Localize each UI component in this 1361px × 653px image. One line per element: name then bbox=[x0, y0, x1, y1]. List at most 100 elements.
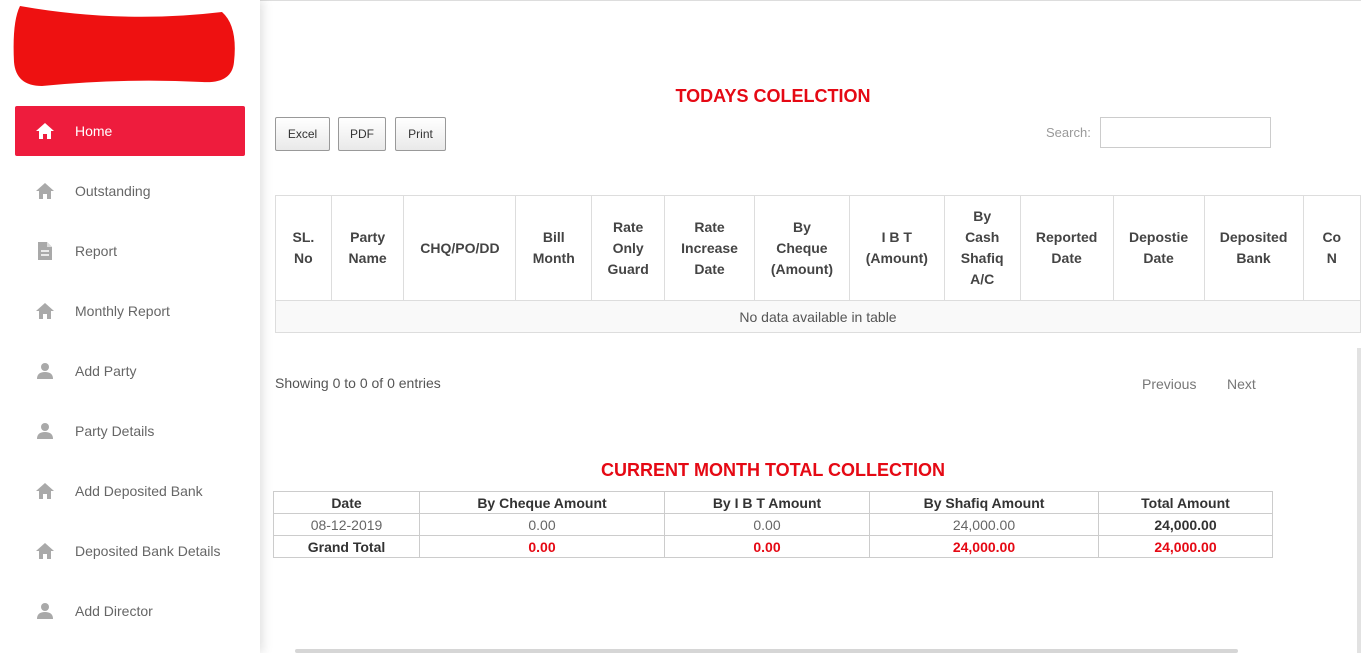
search-input[interactable] bbox=[1100, 117, 1271, 148]
sidebar-item-label: Add Party bbox=[75, 363, 137, 379]
column-header-line: Reported bbox=[1035, 229, 1098, 245]
column-header[interactable]: I B T (Amount) bbox=[848, 195, 945, 301]
vertical-scrollbar[interactable] bbox=[1357, 348, 1361, 653]
column-header-line: Deposited bbox=[1219, 229, 1288, 245]
sidebar-item-monthly-report[interactable]: Monthly Report bbox=[15, 286, 245, 336]
sidebar-item-deposited-bank-details[interactable]: Deposited Bank Details bbox=[15, 526, 245, 576]
home-icon bbox=[35, 181, 55, 201]
column-header-line: Co bbox=[1322, 229, 1342, 245]
summary-cell: 0.00 bbox=[419, 513, 665, 536]
column-header-line: I B T bbox=[881, 229, 912, 245]
current-month-title: CURRENT MONTH TOTAL COLLECTION bbox=[601, 460, 945, 480]
pdf-button[interactable]: PDF bbox=[338, 117, 386, 151]
column-header-line: Party bbox=[350, 229, 386, 245]
horizontal-scrollbar[interactable] bbox=[295, 649, 1238, 653]
column-header[interactable]: Rate Only Guard bbox=[591, 195, 666, 301]
sidebar-item-label: Party Details bbox=[75, 423, 155, 439]
column-header-line: Name bbox=[348, 250, 387, 266]
home-icon bbox=[35, 121, 55, 141]
grand-total-cell: 0.00 bbox=[664, 535, 870, 558]
column-header[interactable]: Bill Month bbox=[515, 195, 593, 301]
column-header[interactable]: Co N bbox=[1302, 195, 1361, 301]
sidebar-item-outstanding[interactable]: Outstanding bbox=[15, 166, 245, 216]
summary-column-header: By Shafiq Amount bbox=[869, 491, 1099, 514]
summary-cell: 08-12-2019 bbox=[273, 513, 420, 536]
grand-total-cell: 0.00 bbox=[419, 535, 665, 558]
table-info: Showing 0 to 0 of 0 entries bbox=[275, 375, 441, 391]
user-icon bbox=[35, 361, 55, 381]
grand-total-label: Grand Total bbox=[273, 535, 420, 558]
column-header-line: By bbox=[973, 208, 992, 224]
sidebar-item-label: Monthly Report bbox=[75, 303, 170, 319]
summary-row: 08-12-2019 0.00 0.00 24,000.00 24,000.00 bbox=[273, 513, 1273, 536]
column-header[interactable]: Party Name bbox=[330, 195, 405, 301]
sidebar-item-home[interactable]: Home bbox=[15, 106, 245, 156]
sidebar-item-add-director[interactable]: Add Director bbox=[15, 586, 245, 636]
summary-column-header: Date bbox=[273, 491, 420, 514]
column-header-line: N bbox=[1326, 250, 1337, 266]
column-header-line: Date bbox=[1051, 250, 1082, 266]
column-header-line: Month bbox=[532, 250, 575, 266]
main-content: TODAYS COLELCTION Excel PDF Print Search… bbox=[260, 0, 1361, 653]
column-header-line: (Amount) bbox=[770, 260, 834, 277]
empty-table-message: No data available in table bbox=[275, 300, 1361, 333]
column-header-line: Bill bbox=[542, 229, 565, 245]
search-label: Search: bbox=[1046, 125, 1091, 140]
column-header[interactable]: Rate Increase Date bbox=[664, 195, 755, 301]
sidebar-item-party-details[interactable]: Party Details bbox=[15, 406, 245, 456]
previous-button[interactable]: Previous bbox=[1142, 376, 1196, 392]
sidebar-item-label: Outstanding bbox=[75, 183, 151, 199]
column-header-line: CHQ/PO/DD bbox=[420, 239, 500, 256]
column-header-line: Rate bbox=[612, 218, 644, 235]
column-header[interactable]: Depostie Date bbox=[1112, 195, 1205, 301]
column-header-line: Date bbox=[1143, 250, 1174, 266]
sidebar-item-label: Home bbox=[75, 123, 113, 139]
column-header[interactable]: By Cheque (Amount) bbox=[753, 195, 850, 301]
collection-table: SL. No Party Name CHQ/PO/DD Bill Month Rate Only… bbox=[275, 195, 1361, 333]
column-header-line: SL. bbox=[292, 229, 315, 245]
table-row: No data available in table bbox=[275, 300, 1361, 333]
grand-total-cell: 24,000.00 bbox=[1098, 535, 1273, 558]
column-header-line: Bank bbox=[1236, 250, 1271, 266]
column-header-line: Guard bbox=[607, 260, 649, 277]
column-header[interactable]: SL. No bbox=[275, 195, 332, 301]
column-header-line: Depostie bbox=[1129, 229, 1189, 245]
sidebar-item-label: Add Deposited Bank bbox=[75, 483, 203, 499]
column-header[interactable]: Reported Date bbox=[1019, 195, 1114, 301]
excel-button[interactable]: Excel bbox=[275, 117, 330, 151]
column-header-line: Cheque bbox=[776, 239, 828, 256]
summary-cell: 24,000.00 bbox=[1098, 513, 1273, 536]
column-header-line: Increase bbox=[681, 239, 738, 256]
grand-total-row: Grand Total 0.00 0.00 24,000.00 24,000.00 bbox=[273, 535, 1273, 558]
sidebar-item-label: Deposited Bank Details bbox=[75, 543, 221, 559]
column-header-line: Only bbox=[612, 239, 644, 256]
user-icon bbox=[35, 421, 55, 441]
column-header[interactable]: CHQ/PO/DD bbox=[403, 195, 517, 301]
sidebar-item-add-deposited-bank[interactable]: Add Deposited Bank bbox=[15, 466, 245, 516]
next-button[interactable]: Next bbox=[1227, 376, 1256, 392]
sidebar-item-label: Add Director bbox=[75, 603, 153, 619]
print-button[interactable]: Print bbox=[395, 117, 446, 151]
column-header[interactable]: Deposited Bank bbox=[1203, 195, 1304, 301]
summary-column-header: Total Amount bbox=[1098, 491, 1273, 514]
collection-table-wrapper: SL. No Party Name CHQ/PO/DD Bill Month Rate Only… bbox=[275, 195, 1361, 333]
summary-cell: 24,000.00 bbox=[869, 513, 1099, 536]
document-icon bbox=[35, 241, 55, 261]
user-icon bbox=[35, 601, 55, 621]
column-header-line: Date bbox=[694, 260, 725, 277]
summary-table: Date By Cheque Amount By I B T Amount By Sh… bbox=[273, 491, 1273, 558]
column-header[interactable]: By Cash Shafiq A/C bbox=[943, 195, 1021, 301]
column-header-line: Shafiq bbox=[960, 250, 1004, 266]
home-icon bbox=[35, 541, 55, 561]
column-header-line: Rate bbox=[694, 218, 725, 235]
grand-total-cell: 24,000.00 bbox=[869, 535, 1099, 558]
column-header-line: No bbox=[294, 250, 313, 266]
summary-column-header: By Cheque Amount bbox=[419, 491, 665, 514]
home-icon bbox=[35, 301, 55, 321]
sidebar-item-report[interactable]: Report bbox=[15, 226, 245, 276]
todays-collection-title: TODAYS COLELCTION bbox=[675, 86, 871, 106]
sidebar-item-label: Report bbox=[75, 243, 118, 259]
summary-cell: 0.00 bbox=[664, 513, 870, 536]
column-header-line: A/C bbox=[970, 271, 995, 287]
sidebar-item-add-party[interactable]: Add Party bbox=[15, 346, 245, 396]
